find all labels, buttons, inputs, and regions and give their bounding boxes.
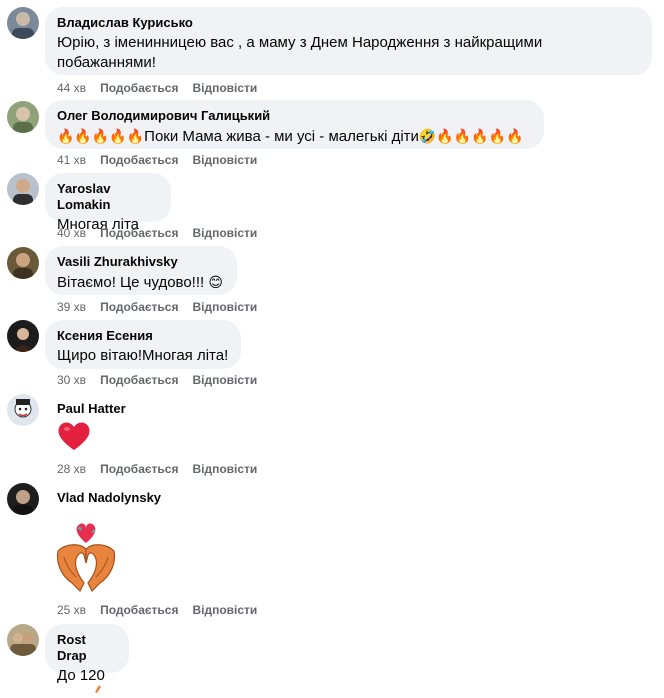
reply-button[interactable]: Відповісти — [192, 461, 257, 477]
avatar[interactable] — [7, 247, 39, 279]
comment-actions: 30 хв Подобається Відповісти — [57, 372, 271, 388]
partial-sticker-icon — [93, 680, 103, 693]
like-button[interactable]: Подобається — [100, 80, 178, 96]
comment-text: Юрію, з іменинницею вас , а маму з Днем … — [57, 34, 543, 71]
timestamp[interactable]: 30 хв — [57, 372, 86, 388]
like-button[interactable]: Подобається — [100, 602, 178, 618]
comment-actions: 25 хв Подобається Відповісти — [57, 602, 271, 618]
smile-emoji: 😊 — [208, 274, 223, 290]
reply-button[interactable]: Відповісти — [192, 299, 257, 315]
heart-emoji — [57, 420, 91, 452]
reply-button[interactable]: Відповісти — [192, 225, 257, 241]
reply-button[interactable]: Відповісти — [192, 152, 257, 168]
fire-emojis: 🔥🔥🔥🔥🔥 — [57, 128, 145, 144]
avatar[interactable] — [7, 173, 39, 205]
timestamp[interactable]: 41 хв — [57, 152, 86, 168]
comment-bubble: Vasili Zhurakhivsky Вітаємо! Це чудово!!… — [45, 246, 237, 295]
comment-text: Щиро вітаю!Многая літа! — [57, 347, 229, 364]
comment-bubble: Ксения Есения Щиро вітаю!Многая літа! — [45, 320, 241, 369]
comment-text-main: Поки Мама жива - ми усі - малегькі діти — [144, 128, 419, 145]
comment-bubble: Yaroslav Lomakin Многая літа — [45, 173, 171, 233]
like-button[interactable]: Подобається — [100, 152, 178, 168]
author-name[interactable]: Yaroslav Lomakin — [57, 181, 159, 213]
comment-bubble: Rost Drap До 120 — [45, 624, 129, 684]
timestamp[interactable]: 40 хв — [57, 225, 86, 241]
avatar[interactable] — [7, 394, 39, 426]
timestamp[interactable]: 28 хв — [57, 461, 86, 477]
comment-actions: 40 хв Подобається Відповісти — [57, 225, 271, 241]
comment-text: 🔥🔥🔥🔥🔥Поки Мама жива - ми усі - малегькі … — [57, 126, 532, 147]
comment-actions: 41 хв Подобається Відповісти — [57, 152, 271, 168]
comment-actions: 44 хв Подобається Відповісти — [57, 80, 271, 96]
comment-text: До 120 — [57, 667, 105, 684]
avatar[interactable] — [7, 483, 39, 515]
comment-bubble: Олег Володимирович Галицький 🔥🔥🔥🔥🔥Поки М… — [45, 100, 544, 149]
author-name[interactable]: Vasili Zhurakhivsky — [57, 254, 225, 270]
timestamp[interactable]: 44 хв — [57, 80, 86, 96]
comment-actions: 39 хв Подобається Відповісти — [57, 299, 271, 315]
timestamp[interactable]: 39 хв — [57, 299, 86, 315]
author-name[interactable]: Vlad Nadolynsky — [57, 490, 161, 506]
comment-bubble: Владислав Курисько Юрію, з іменинницею в… — [45, 7, 652, 75]
comment-actions: 28 хв Подобається Відповісти — [57, 461, 271, 477]
avatar[interactable] — [7, 101, 39, 133]
like-button[interactable]: Подобається — [100, 372, 178, 388]
heart-hands-sticker — [54, 521, 118, 593]
avatar[interactable] — [7, 7, 39, 39]
like-button[interactable]: Подобається — [100, 461, 178, 477]
comment-text: Вітаємо! Це чудово!!! 😊 — [57, 272, 225, 293]
like-button[interactable]: Подобається — [100, 225, 178, 241]
laugh-and-fire-emojis: 🤣🔥🔥🔥🔥🔥 — [418, 128, 524, 144]
author-name[interactable]: Rost Drap — [57, 632, 117, 664]
like-button[interactable]: Подобається — [100, 299, 178, 315]
reply-button[interactable]: Відповісти — [192, 80, 257, 96]
reply-button[interactable]: Відповісти — [192, 602, 257, 618]
avatar[interactable] — [7, 320, 39, 352]
author-name[interactable]: Владислав Курисько — [57, 15, 640, 31]
author-name[interactable]: Ксения Есения — [57, 328, 229, 344]
avatar[interactable] — [7, 624, 39, 656]
author-name[interactable]: Paul Hatter — [57, 401, 126, 417]
timestamp[interactable]: 25 хв — [57, 602, 86, 618]
reply-button[interactable]: Відповісти — [192, 372, 257, 388]
comment-text-main: Вітаємо! Це чудово!!! — [57, 274, 209, 291]
author-name[interactable]: Олег Володимирович Галицький — [57, 108, 532, 124]
